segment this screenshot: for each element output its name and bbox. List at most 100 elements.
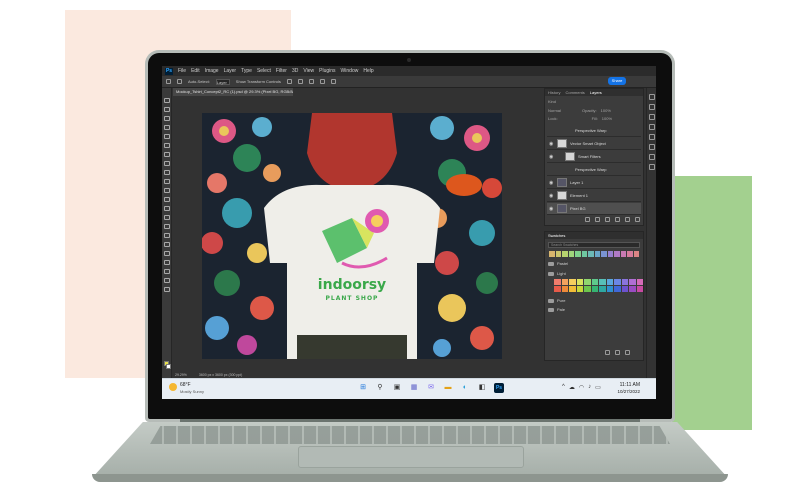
swatch-folder[interactable]: Pastel <box>548 260 638 267</box>
document-tab[interactable]: Mockup_Tshirt_Concept2_RC (1).psd @ 29.3… <box>173 88 293 96</box>
more-options-icon[interactable] <box>330 79 336 84</box>
photoshop-logo[interactable]: Ps <box>165 67 173 75</box>
weather-description[interactable]: Mostly Sunny <box>180 389 204 394</box>
type-tool-icon[interactable] <box>164 242 170 247</box>
color-swatch[interactable] <box>606 279 613 285</box>
align-left-icon[interactable] <box>286 79 292 84</box>
color-swatch[interactable] <box>594 251 600 257</box>
distribute-icon[interactable] <box>319 79 325 84</box>
photoshop-icon[interactable]: Ps <box>494 383 504 393</box>
color-swatch[interactable] <box>562 251 568 257</box>
new-folder-icon[interactable] <box>605 350 610 355</box>
zoom-level[interactable]: 29.29% <box>175 373 187 377</box>
lasso-tool-icon[interactable] <box>164 116 170 121</box>
search-icon[interactable]: ⚲ <box>375 383 385 393</box>
clock-time[interactable]: 11:11 AM <box>608 382 640 388</box>
share-button[interactable]: Share <box>608 77 626 85</box>
layer-row[interactable]: Perspective Warp <box>547 164 641 176</box>
wifi-icon[interactable]: ◠ <box>579 384 584 391</box>
move-tool-icon[interactable] <box>164 98 170 103</box>
explorer-icon[interactable]: ▬ <box>443 383 453 393</box>
layer-row[interactable]: ◉ Vector Smart Object <box>547 138 641 150</box>
color-swatch[interactable] <box>591 279 598 285</box>
properties-icon[interactable] <box>649 94 655 100</box>
eye-icon[interactable]: ◉ <box>549 154 554 160</box>
task-view-icon[interactable]: ▣ <box>392 383 402 393</box>
cloud-icon[interactable]: ☁ <box>569 384 575 391</box>
frame-tool-icon[interactable] <box>164 143 170 148</box>
color-swatch[interactable] <box>549 251 555 257</box>
eye-icon[interactable]: ◉ <box>549 180 554 186</box>
color-swatch[interactable] <box>576 279 583 285</box>
auto-select-checkbox-label[interactable]: Auto-Select: <box>188 79 210 84</box>
fill-value[interactable]: 100% <box>602 116 612 121</box>
color-icon[interactable] <box>649 144 655 150</box>
new-swatch-icon[interactable] <box>615 350 620 355</box>
color-swatch[interactable] <box>636 286 643 292</box>
libraries-icon[interactable] <box>649 114 655 120</box>
volume-icon[interactable]: ♪ <box>588 384 591 391</box>
move-tool-icon[interactable] <box>177 79 182 84</box>
gradient-tool-icon[interactable] <box>164 206 170 211</box>
color-swatch[interactable] <box>633 251 639 257</box>
eye-icon[interactable]: ◉ <box>549 193 554 199</box>
show-transform-controls-checkbox[interactable]: Show Transform Controls <box>236 79 281 84</box>
color-swatch[interactable] <box>554 279 561 285</box>
eraser-tool-icon[interactable] <box>164 197 170 202</box>
layer-row[interactable]: ◉ Layer 1 <box>547 177 641 189</box>
marquee-tool-icon[interactable] <box>164 107 170 112</box>
paths-icon[interactable] <box>649 134 655 140</box>
swatch-folder[interactable]: Pure <box>548 297 638 304</box>
layer-row[interactable]: ◉ Element 1 <box>547 190 641 202</box>
color-swatch[interactable] <box>629 279 636 285</box>
edge-icon[interactable]: ◐ <box>460 383 470 393</box>
gradients-icon[interactable] <box>649 154 655 160</box>
healing-brush-icon[interactable] <box>164 161 170 166</box>
delete-layer-icon[interactable] <box>635 217 640 222</box>
new-layer-icon[interactable] <box>625 217 630 222</box>
menu-image[interactable]: Image <box>205 68 219 74</box>
layer-row[interactable]: Perspective Warp <box>547 125 641 137</box>
color-swatch[interactable] <box>576 286 583 292</box>
menu-filter[interactable]: Filter <box>276 68 287 74</box>
add-mask-icon[interactable] <box>605 217 610 222</box>
clock-date[interactable]: 10/27/2022 <box>608 389 640 394</box>
channels-icon[interactable] <box>649 124 655 130</box>
tab-comments[interactable]: Comments <box>565 90 584 95</box>
swatch-folder[interactable]: Light <box>548 270 638 277</box>
add-style-icon[interactable] <box>595 217 600 222</box>
menu-layer[interactable]: Layer <box>224 68 237 74</box>
weather-temperature[interactable]: 68°F <box>180 382 191 388</box>
eyedropper-tool-icon[interactable] <box>164 152 170 157</box>
widgets-icon[interactable]: ▦ <box>409 383 419 393</box>
color-swatch[interactable] <box>614 279 621 285</box>
color-swatch[interactable] <box>614 286 621 292</box>
patterns-icon[interactable] <box>649 164 655 170</box>
new-group-icon[interactable] <box>615 217 620 222</box>
align-right-icon[interactable] <box>308 79 314 84</box>
start-icon[interactable]: ⊞ <box>358 383 368 393</box>
layer-row-selected[interactable]: ◉ Pixel BG <box>547 203 641 215</box>
menu-type[interactable]: Type <box>241 68 252 74</box>
color-swatch[interactable] <box>555 251 561 257</box>
menu-select[interactable]: Select <box>257 68 271 74</box>
tab-layers[interactable]: Layers <box>590 90 602 95</box>
blend-mode-dropdown[interactable]: Normal <box>548 108 578 113</box>
menu-view[interactable]: View <box>303 68 314 74</box>
clone-stamp-icon[interactable] <box>164 179 170 184</box>
color-swatch[interactable] <box>606 286 613 292</box>
align-center-icon[interactable] <box>297 79 303 84</box>
zoom-tool-icon[interactable] <box>164 278 170 283</box>
color-swatch[interactable] <box>584 279 591 285</box>
color-swatch[interactable] <box>601 251 607 257</box>
dodge-tool-icon[interactable] <box>164 224 170 229</box>
eye-icon[interactable]: ◉ <box>549 206 554 212</box>
menu-3d[interactable]: 3D <box>292 68 298 74</box>
color-swatch[interactable] <box>629 286 636 292</box>
adjustments-icon[interactable] <box>649 104 655 110</box>
color-swatch[interactable] <box>575 251 581 257</box>
swatch-search-input[interactable]: Search Swatches <box>548 242 640 248</box>
document-canvas[interactable]: indoorsy PLANT SHOP <box>202 113 502 359</box>
eye-icon[interactable]: ◉ <box>549 141 554 147</box>
color-swatch[interactable] <box>620 251 626 257</box>
